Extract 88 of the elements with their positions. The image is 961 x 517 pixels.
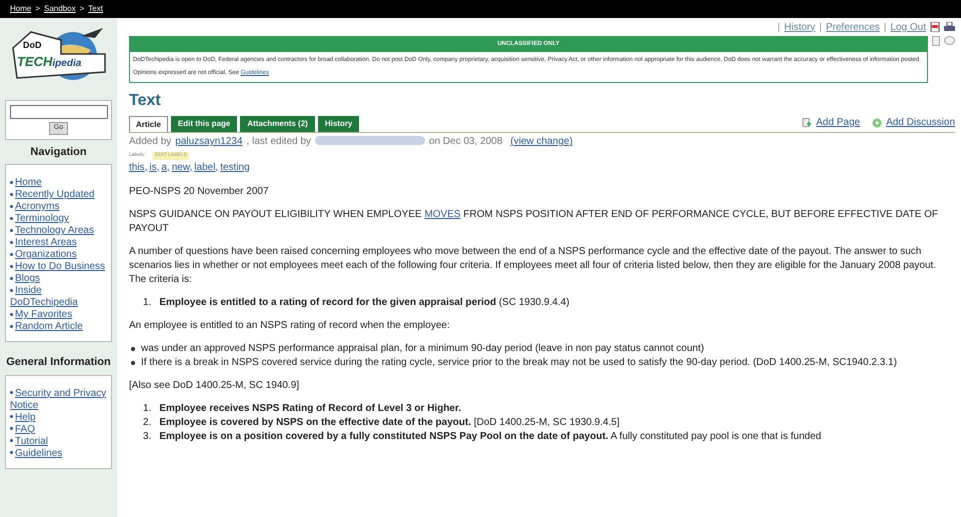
bullet-icon	[10, 264, 13, 268]
paragraph: NSPS GUIDANCE ON PAYOUT ELIGIBILITY WHEN EMPLOYEE MOVES FROM NSPS POSITION AFTER END OF PERFORMANCE CYCLE, BUT BEFORE EFFECTIVE DATE OF PAYOUT	[129, 208, 940, 236]
sidebar-link[interactable]: Inside DoDTechipedia	[10, 285, 107, 309]
header-link[interactable]: Preferences	[826, 20, 880, 34]
sidebar-link[interactable]: How to Do Business	[10, 261, 106, 273]
meta-text: on Dec 03, 2008	[429, 135, 502, 149]
sidebar-link[interactable]: Recently Updated	[10, 189, 94, 201]
sidebar-link[interactable]: Interest Areas	[10, 237, 77, 249]
sidebar-link[interactable]: FAQ	[10, 424, 36, 436]
paragraph: An employee is entitled to an NSPS rating of record when the employee:	[129, 318, 451, 332]
link-divider: |	[819, 20, 822, 34]
list-item: Employee is covered by NSPS on the effective date of the payout. [DoD 1400.25-M, SC 1930.9.4.5]	[159, 416, 620, 430]
breadcrumb-separator: >	[80, 3, 84, 15]
bullet-icon	[10, 312, 13, 316]
action-link[interactable]: Add Discussion	[872, 115, 955, 130]
link-divider: |	[884, 20, 886, 34]
list-number: 1.	[143, 402, 152, 416]
breadcrumb-link[interactable]: Home	[10, 3, 32, 15]
sidebar-link[interactable]: Terminology	[10, 213, 69, 225]
paragraph: [Also see DoD 1400.25-M, SC 1940.9]	[129, 378, 300, 392]
breadcrumb-link[interactable]: Text	[88, 3, 103, 15]
bullet-icon	[10, 439, 13, 442]
paragraph: A number of questions have been raised concerning employees who move between the end of a NSPS performance cycle and the effective date of the payout. The answer to such scenarios lies in whether or not employees meet each of the following four criteria. If employees meet all four of criteria listed below, then they are eligible for the January 2008 payout. The criteria is:	[129, 244, 938, 286]
label-link[interactable]: testing	[220, 160, 250, 174]
page-tab[interactable]: Article	[129, 116, 168, 132]
breadcrumb-link[interactable]: Sandbox	[44, 3, 76, 15]
pdf-icon[interactable]	[930, 22, 940, 32]
page-tab[interactable]: Edit this page	[170, 116, 238, 132]
sidebar-heading: Navigation	[29, 144, 88, 160]
sidebar-heading: General Information	[5, 355, 112, 370]
bullet-icon	[10, 288, 13, 292]
sidebar-link[interactable]: Acronyms	[10, 201, 60, 213]
author-link[interactable]: paluzsayn1234	[175, 134, 243, 149]
link-divider: |	[778, 20, 780, 34]
add-page-icon	[802, 118, 812, 128]
label-link[interactable]: this,	[129, 160, 148, 174]
list-item: Employee is on a position covered by a fully constituted NSPS Pay Pool on the date of payout. A fully constituted pay pool is one that is funded	[159, 430, 822, 444]
page-title: Text	[129, 91, 162, 111]
sidebar-link[interactable]: My Favorites	[10, 309, 72, 321]
meta-text: , last edited by	[246, 135, 312, 149]
header-link[interactable]: History	[784, 20, 816, 34]
bullet-icon	[10, 180, 13, 184]
sidebar-link[interactable]: Guidelines	[10, 448, 62, 460]
bullet-icon	[10, 324, 13, 328]
meta-text: Added by	[129, 135, 172, 149]
breadcrumb-separator: >	[35, 3, 40, 15]
list-item: Employee is entitled to a rating of record for the given appraisal period (SC 1930.9.4.4)	[159, 296, 570, 310]
label-link[interactable]: is,	[149, 160, 160, 174]
sidebar-link[interactable]: Blogs	[10, 273, 40, 285]
sidebar-link[interactable]: Technology Areas	[10, 225, 94, 237]
bullet-icon	[10, 204, 13, 208]
printer-icon[interactable]	[944, 22, 955, 32]
search-field[interactable]	[10, 105, 108, 119]
bullet-icon	[10, 276, 13, 280]
action-link[interactable]: Add Page	[802, 115, 860, 130]
label-link[interactable]: label,	[194, 160, 218, 174]
list-number: 1.	[143, 296, 152, 310]
sidebar-link[interactable]: Organizations	[10, 249, 77, 261]
header-link[interactable]: Log Out	[890, 20, 926, 34]
sidebar-link[interactable]: Random Article	[10, 321, 83, 333]
bullet-icon	[10, 427, 13, 430]
page-tab[interactable]: History	[318, 116, 360, 132]
bullet-icon	[10, 228, 13, 232]
list-item: was under an approved NSPS performance appraisal plan, for a minimum 90-day period (leave in non pay status cannot count)	[141, 342, 704, 356]
bullet-icon	[10, 391, 13, 394]
bullet-icon	[10, 451, 13, 454]
sidebar-link[interactable]: Home	[10, 177, 42, 189]
bullet-icon	[131, 360, 135, 364]
add-discussion-icon	[872, 118, 882, 128]
label-link[interactable]: a,	[161, 160, 170, 174]
view-change-link[interactable]: (view change)	[510, 134, 573, 149]
list-number: 3.	[143, 430, 152, 444]
list-item: Employee receives NSPS Rating of Record of Level 3 or Higher.	[159, 402, 462, 416]
sidebar-link[interactable]: Help	[10, 412, 36, 424]
bullet-icon	[10, 252, 13, 256]
list-item: If there is a break in NSPS covered service during the rating cycle, service prior to the break may not be used to satisfy the 90-day period. (DoD 1400.25-M, SC1940.2.3.1)	[141, 356, 897, 370]
bullet-icon	[10, 415, 13, 418]
paragraph: PEO-NSPS 20 November 2007	[129, 184, 270, 198]
inline-link[interactable]: MOVES	[424, 208, 461, 220]
bullet-icon	[10, 216, 13, 220]
bullet-icon	[131, 346, 135, 350]
label-link[interactable]: new,	[172, 160, 192, 174]
sidebar-link[interactable]: Tutorial	[10, 436, 48, 448]
sidebar-link[interactable]: Security and Privacy Notice	[10, 388, 107, 412]
list-number: 2.	[143, 416, 152, 430]
bullet-icon	[10, 192, 13, 196]
page-tab[interactable]: Attachments (2)	[240, 116, 315, 132]
bullet-icon	[10, 240, 13, 244]
